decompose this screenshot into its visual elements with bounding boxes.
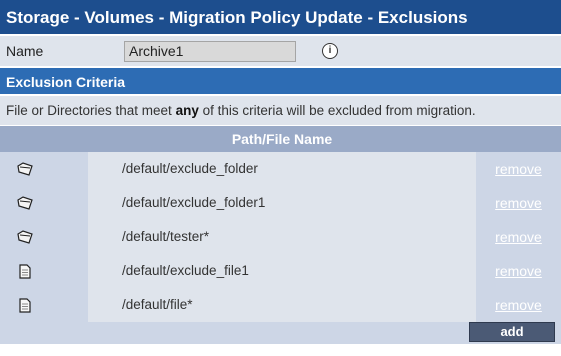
- action-cell: remove: [476, 220, 561, 254]
- path-cell: /default/exclude_folder1: [88, 186, 476, 220]
- table-row: /default/file* remove: [0, 288, 561, 322]
- description-text-after: of this criteria will be excluded from m…: [198, 103, 476, 118]
- table-row: /default/exclude_file1 remove: [0, 254, 561, 288]
- action-cell: remove: [476, 254, 561, 288]
- file-icon: [0, 254, 88, 288]
- exclusion-list: /default/exclude_folder remove/default/ex…: [0, 152, 561, 322]
- remove-link[interactable]: remove: [495, 195, 542, 211]
- table-row: /default/exclude_folder1 remove: [0, 186, 561, 220]
- path-cell: /default/tester*: [88, 220, 476, 254]
- name-label: Name: [6, 43, 44, 59]
- table-row: /default/tester* remove: [0, 220, 561, 254]
- description-emphasis: any: [175, 103, 199, 118]
- file-icon: [0, 288, 88, 322]
- remove-link[interactable]: remove: [495, 297, 542, 313]
- add-button[interactable]: add: [469, 322, 555, 342]
- remove-link[interactable]: remove: [495, 263, 542, 279]
- description-text-before: File or Directories that meet: [6, 103, 176, 118]
- migration-policy-exclusions-panel: Storage - Volumes - Migration Policy Upd…: [0, 0, 561, 356]
- path-cell: /default/file*: [88, 288, 476, 322]
- add-row: add: [0, 322, 561, 344]
- folder-icon: [0, 152, 88, 186]
- folder-icon: [0, 186, 88, 220]
- name-row: Name i: [0, 36, 561, 68]
- action-cell: remove: [476, 186, 561, 220]
- path-cell: /default/exclude_folder: [88, 152, 476, 186]
- type-column-header: [0, 126, 88, 152]
- page-title: Storage - Volumes - Migration Policy Upd…: [0, 0, 561, 36]
- folder-icon: [0, 220, 88, 254]
- info-icon[interactable]: i: [322, 43, 338, 59]
- action-cell: remove: [476, 152, 561, 186]
- path-column-header: Path/File Name: [231, 131, 333, 147]
- remove-link[interactable]: remove: [495, 161, 542, 177]
- exclusion-description: File or Directories that meet any of thi…: [0, 96, 561, 126]
- remove-link[interactable]: remove: [495, 229, 542, 245]
- table-header: Path/File Name: [0, 126, 561, 152]
- path-cell: /default/exclude_file1: [88, 254, 476, 288]
- exclusion-criteria-header: Exclusion Criteria: [0, 68, 561, 96]
- table-row: /default/exclude_folder remove: [0, 152, 561, 186]
- action-cell: remove: [476, 288, 561, 322]
- name-input[interactable]: [124, 40, 296, 62]
